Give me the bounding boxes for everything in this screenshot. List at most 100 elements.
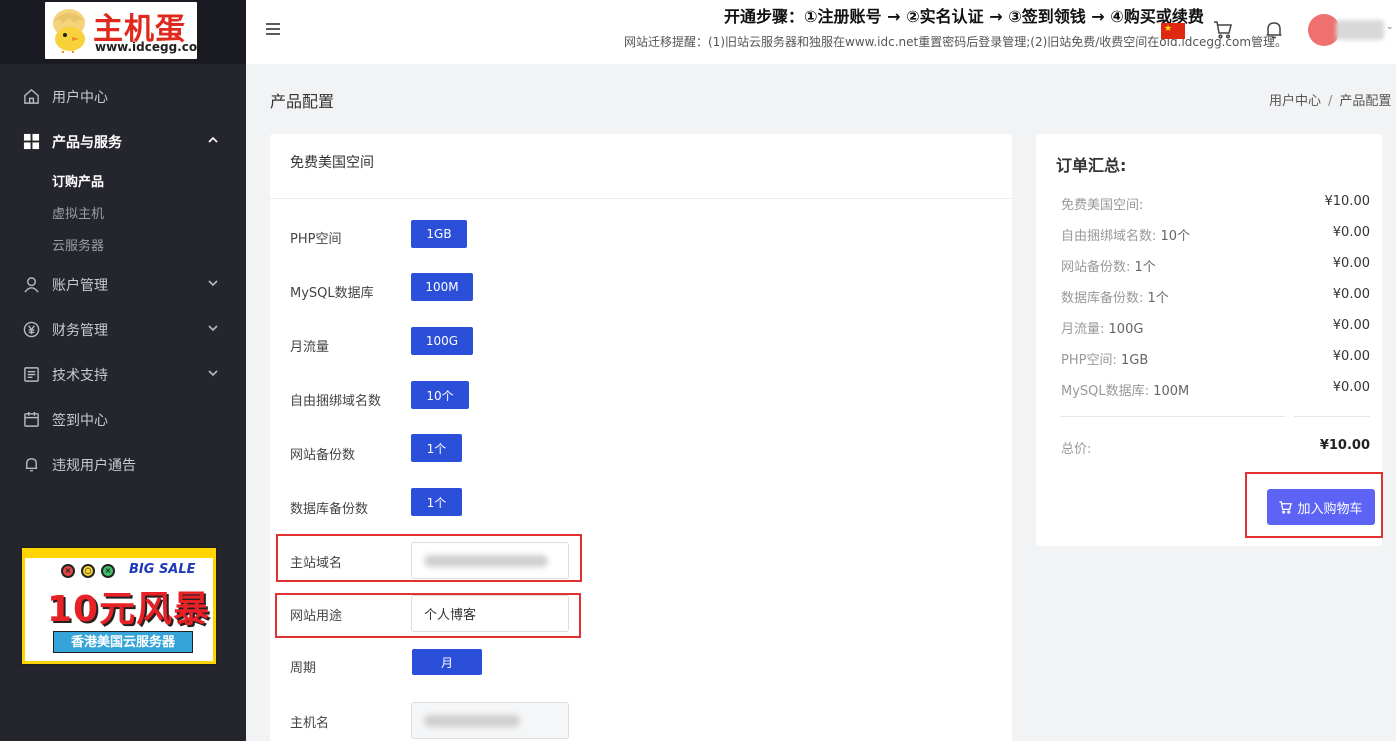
summary-row: 自由捆绑域名数: 10个 ¥0.00	[1061, 225, 1370, 244]
summary-price: ¥0.00	[1332, 256, 1370, 271]
promo-dots: × ○ ×	[61, 564, 115, 578]
bell-icon	[22, 456, 40, 474]
cart-icon[interactable]	[1213, 20, 1233, 40]
summary-qty: 1个	[1147, 291, 1169, 306]
sidebar: 主机蛋 www.idcegg.com 用户中心 产品与服务 订购产品 虚拟主机 …	[0, 0, 246, 741]
option-traffic[interactable]: 100G	[411, 327, 473, 355]
sidebar-item-label: 用户中心	[52, 89, 108, 106]
summary-row: 数据库备份数: 1个 ¥0.00	[1061, 287, 1370, 306]
caret-down-icon[interactable]: ⌄	[1386, 22, 1394, 32]
finance-icon	[22, 321, 40, 339]
sidebar-item-support[interactable]: 技术支持	[0, 352, 246, 397]
summary-qty: 100M	[1153, 384, 1190, 399]
sidebar-item-finance[interactable]: 财务管理	[0, 307, 246, 352]
sidebar-item-label: 账户管理	[52, 277, 108, 294]
blurred-value	[424, 714, 520, 727]
summary-price: ¥0.00	[1332, 225, 1370, 240]
china-flag-icon[interactable]: ★	[1161, 23, 1185, 39]
hamburger-menu-icon[interactable]	[264, 20, 282, 38]
summary-price: ¥0.00	[1332, 287, 1370, 302]
summary-divider	[1294, 416, 1370, 417]
promo-banner[interactable]: × ○ × BIG SALE 10元风暴 香港美国云服务器	[20, 546, 218, 666]
hostname-input[interactable]	[411, 702, 569, 739]
summary-price: ¥10.00	[1324, 194, 1371, 209]
sidebar-item-products[interactable]: 产品与服务	[0, 119, 246, 164]
config-label-domains: 自由捆绑域名数	[290, 394, 382, 409]
logo[interactable]: 主机蛋 www.idcegg.com	[45, 2, 197, 59]
option-php-space[interactable]: 1GB	[411, 220, 467, 248]
notice-title: 开通步骤：①注册账号 → ②实名认证 → ③签到领钱 → ④购买或续费	[724, 7, 1204, 26]
summary-label: MySQL数据库:	[1061, 384, 1150, 399]
summary-price: ¥0.00	[1332, 349, 1370, 364]
chevron-up-icon	[208, 136, 218, 143]
summary-label: 月流量:	[1061, 322, 1105, 337]
sidebar-subitem-cloud[interactable]: 云服务器	[0, 228, 246, 260]
option-period[interactable]: 月	[412, 649, 482, 675]
calendar-icon	[22, 411, 40, 429]
highlight-box-cart	[1245, 472, 1383, 538]
summary-row: 免费美国空间: ¥10.00	[1061, 194, 1370, 213]
sidebar-item-label: 签到中心	[52, 412, 108, 429]
summary-label: 网站备份数:	[1061, 260, 1131, 275]
promo-dot: ×	[61, 564, 75, 578]
config-label-php: PHP空间	[290, 232, 342, 247]
option-db-backups[interactable]: 1个	[411, 488, 462, 516]
breadcrumb-link[interactable]: 用户中心	[1269, 94, 1321, 109]
sidebar-item-label: 违规用户通告	[52, 457, 136, 474]
option-site-backups[interactable]: 1个	[411, 434, 462, 462]
config-label-mysql: MySQL数据库	[290, 286, 374, 301]
sidebar-item-account[interactable]: 账户管理	[0, 262, 246, 307]
breadcrumb: 用户中心 / 产品配置	[1269, 90, 1396, 109]
promo-inner: × ○ × BIG SALE 10元风暴 香港美国云服务器	[25, 558, 213, 661]
chevron-down-icon	[208, 280, 218, 287]
promo-big-sale: BIG SALE	[129, 562, 196, 577]
sidebar-item-violations[interactable]: 违规用户通告	[0, 442, 246, 487]
promo-dot: ○	[81, 564, 95, 578]
product-name: 免费美国空间	[270, 134, 1012, 199]
promo-dot: ×	[101, 564, 115, 578]
chick-logo-icon	[53, 9, 85, 53]
summary-qty: 1个	[1134, 260, 1156, 275]
sidebar-item-label: 技术支持	[52, 367, 108, 384]
summary-row: PHP空间: 1GB ¥0.00	[1061, 349, 1370, 368]
summary-price: ¥0.00	[1332, 380, 1370, 395]
product-config-card: 免费美国空间 PHP空间 1GB MySQL数据库 100M 月流量 100G …	[270, 134, 1012, 741]
chevron-down-icon	[208, 325, 218, 332]
summary-qty: 1GB	[1120, 353, 1149, 368]
sidebar-item-user-center[interactable]: 用户中心	[0, 74, 246, 119]
summary-divider	[1060, 416, 1285, 417]
summary-row: 网站备份数: 1个 ¥0.00	[1061, 256, 1370, 275]
option-mysql[interactable]: 100M	[411, 273, 473, 301]
highlight-box-domain	[276, 534, 582, 582]
home-icon	[22, 88, 40, 106]
total-value: ¥10.00	[1319, 438, 1370, 453]
summary-qty: 10个	[1160, 229, 1191, 244]
summary-title: 订单汇总:	[1056, 156, 1127, 175]
support-icon	[22, 366, 40, 384]
sidebar-item-label: 产品与服务	[52, 134, 122, 151]
page-title: 产品配置	[270, 92, 335, 111]
option-domains[interactable]: 10个	[411, 381, 469, 409]
config-label-db-backups: 数据库备份数	[290, 502, 369, 517]
notification-bell-icon[interactable]	[1264, 20, 1284, 40]
logo-area: 主机蛋 www.idcegg.com	[0, 0, 246, 64]
breadcrumb-current: 产品配置	[1339, 94, 1392, 109]
breadcrumb-separator: /	[1328, 94, 1333, 109]
username-blurred[interactable]	[1336, 20, 1384, 40]
grid-icon	[22, 133, 40, 151]
sidebar-item-label: 财务管理	[52, 322, 108, 339]
promo-tagline: 香港美国云服务器	[53, 631, 193, 653]
config-label-site-backups: 网站备份数	[290, 448, 356, 463]
summary-label: 自由捆绑域名数:	[1061, 229, 1157, 244]
sidebar-item-checkin[interactable]: 签到中心	[0, 397, 246, 442]
top-header: 开通步骤：①注册账号 → ②实名认证 → ③签到领钱 → ④购买或续费 网站迁移…	[246, 0, 1396, 64]
summary-price: ¥0.00	[1332, 318, 1370, 333]
chevron-down-icon	[208, 370, 218, 377]
summary-row: MySQL数据库: 100M ¥0.00	[1061, 380, 1370, 399]
total-label: 总价:	[1061, 442, 1092, 457]
config-label-period: 周期	[290, 661, 317, 676]
sidebar-subitem-order[interactable]: 订购产品	[0, 164, 246, 196]
config-label-traffic: 月流量	[290, 340, 330, 355]
summary-label: 数据库备份数:	[1061, 291, 1144, 306]
sidebar-subitem-vhost[interactable]: 虚拟主机	[0, 196, 246, 228]
